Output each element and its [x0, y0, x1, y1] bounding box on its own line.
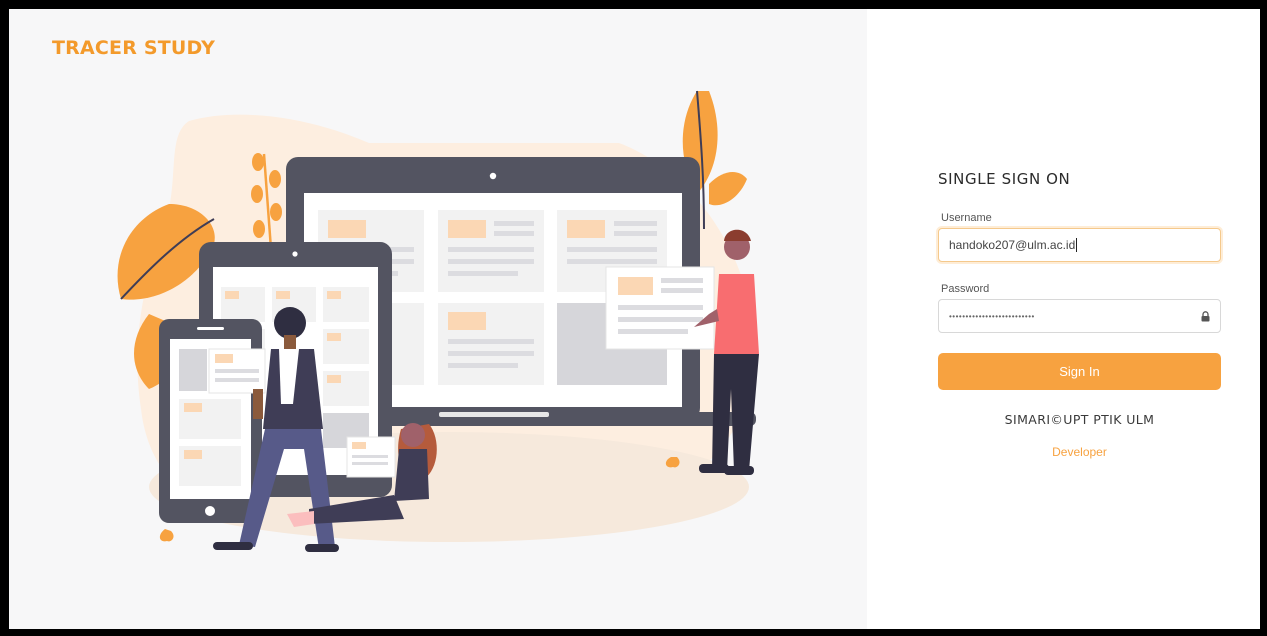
- password-value: ••••••••••••••••••••••••••: [949, 311, 1035, 321]
- password-label: Password: [941, 283, 990, 295]
- page-frame: TRACER STUDY SINGLE SIGN ON Username han…: [9, 9, 1260, 629]
- footer-copyright: SIMARI©UPT PTIK ULM: [1004, 412, 1155, 427]
- login-panel: SINGLE SIGN ON Username handoko207@ulm.a…: [867, 9, 1260, 629]
- password-input[interactable]: ••••••••••••••••••••••••••: [938, 299, 1221, 333]
- username-value: handoko207@ulm.ac.id: [949, 238, 1076, 252]
- username-input[interactable]: handoko207@ulm.ac.id: [938, 228, 1221, 262]
- brand-title: TRACER STUDY: [52, 37, 216, 59]
- sign-in-button[interactable]: Sign In: [938, 353, 1221, 390]
- username-label: Username: [941, 212, 992, 224]
- login-title: SINGLE SIGN ON: [938, 170, 1071, 188]
- developer-link[interactable]: Developer: [938, 445, 1221, 459]
- text-caret: [1076, 238, 1078, 252]
- hero-illustration: [117, 90, 759, 552]
- hero-panel: TRACER STUDY: [9, 9, 867, 629]
- lock-icon: [1201, 310, 1210, 321]
